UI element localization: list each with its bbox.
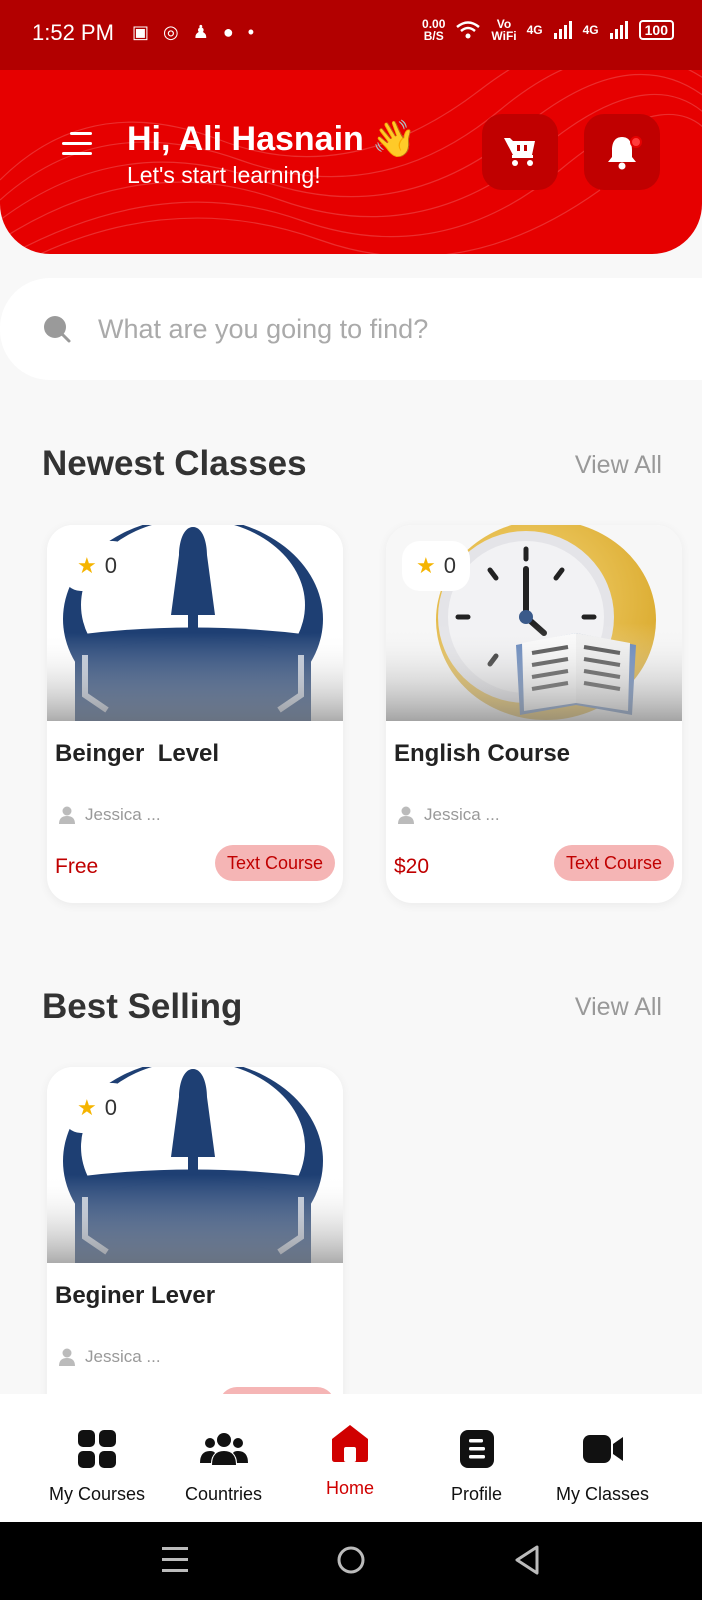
greeting-block: Hi, Ali Hasnain 👋 Let's start learning!	[127, 118, 417, 189]
star-icon: ★	[77, 1095, 97, 1120]
home-icon	[332, 1425, 368, 1462]
video-icon	[582, 1435, 623, 1463]
author-name: Jessica ...	[424, 805, 500, 824]
nav-label: Countries	[185, 1484, 263, 1504]
sim1-label: 4G	[526, 23, 543, 37]
status-right: 0.00 B/S Vo WiFi 4G 4G 100	[422, 18, 674, 42]
greeting-text: Hi, Ali Hasnain	[127, 119, 364, 158]
chat-icon: ●	[222, 22, 234, 42]
nav-label: My Courses	[49, 1484, 146, 1504]
person-icon	[59, 806, 75, 824]
rating-value: 0	[104, 553, 117, 578]
nav-label: Profile	[451, 1484, 503, 1504]
rating-value: 0	[443, 553, 456, 578]
net-speed: 0.00 B/S	[422, 17, 446, 43]
person-icon	[59, 1348, 75, 1366]
course-card[interactable]: ★ 0 English Course Jessica ... $20 Text …	[386, 525, 682, 903]
search-bar[interactable]	[0, 278, 702, 380]
course-title: Beginer Lever	[55, 1282, 216, 1309]
star-icon: ★	[77, 553, 97, 578]
rating-badge: ★ 0	[63, 541, 131, 591]
rating-badge: ★ 0	[402, 541, 470, 591]
course-author: Jessica ...	[59, 805, 161, 825]
course-author: Jessica ...	[59, 1347, 161, 1367]
course-type-badge: Text Course	[553, 845, 674, 881]
snapchat-icon: ♟	[192, 22, 209, 42]
sim2-label: 4G	[582, 23, 599, 37]
star-icon: ★	[416, 553, 436, 578]
person-icon	[398, 806, 414, 824]
people-icon	[199, 1433, 248, 1465]
nav-label: Home	[326, 1478, 375, 1498]
best-selling-view-all-link[interactable]: View All	[575, 993, 662, 1022]
status-bar: 1:52 PM ▣ ◎ ♟ ● • 0.00 B/S Vo WiFi 4G 4G…	[0, 0, 702, 70]
course-price: Free	[55, 855, 99, 878]
header: Hi, Ali Hasnain 👋 Let's start learning!	[0, 70, 702, 254]
signal-icon	[553, 21, 572, 39]
notification-icons: ▣ ◎ ♟ ● •	[132, 22, 254, 43]
back-icon[interactable]	[513, 1544, 541, 1576]
more-dot-icon: •	[247, 22, 255, 42]
course-author: Jessica ...	[398, 805, 500, 825]
notification-dot	[630, 136, 642, 148]
signal-icon	[609, 21, 628, 39]
nav-my-courses[interactable]: My Courses	[49, 1426, 145, 1505]
best-selling-title: Best Selling	[42, 987, 243, 1026]
newest-view-all-link[interactable]: View All	[575, 451, 662, 480]
course-price: $20	[394, 855, 430, 878]
course-card[interactable]: ★ 0 Beinger Level Jessica ... Free Text …	[47, 525, 343, 903]
rating-value: 0	[104, 1095, 117, 1120]
wifi-icon	[456, 21, 481, 39]
cart-button[interactable]	[482, 114, 558, 190]
battery-icon: 100	[638, 20, 674, 40]
nav-my-classes[interactable]: My Classes	[556, 1426, 649, 1505]
course-title: Beinger Level	[55, 740, 220, 767]
cart-icon	[504, 138, 535, 166]
greeting-subtitle: Let's start learning!	[127, 162, 321, 188]
course-type-badge: Text Course	[214, 845, 335, 881]
instagram-icon: ◎	[163, 22, 179, 42]
search-icon	[44, 316, 71, 343]
nav-label: My Classes	[556, 1484, 650, 1504]
author-name: Jessica ...	[85, 805, 161, 824]
status-time: 1:52 PM	[32, 20, 114, 45]
vowifi-label: Vo WiFi	[491, 17, 517, 43]
nav-home[interactable]: Home	[326, 1420, 374, 1499]
app-notification-icon: ▣	[132, 22, 150, 42]
author-name: Jessica ...	[85, 1347, 161, 1366]
greeting-title: Hi, Ali Hasnain 👋	[127, 118, 417, 160]
grid-icon	[78, 1430, 117, 1468]
nav-countries[interactable]: Countries	[185, 1426, 262, 1505]
nav-profile[interactable]: Profile	[451, 1426, 502, 1505]
system-navigation-bar	[0, 1522, 702, 1600]
search-input[interactable]	[98, 313, 618, 345]
course-title: English Course	[394, 740, 571, 767]
home-circle-icon[interactable]	[335, 1544, 367, 1576]
menu-button[interactable]	[62, 132, 96, 166]
notifications-button[interactable]	[584, 114, 660, 190]
wave-hand-icon: 👋	[371, 118, 417, 159]
newest-classes-title: Newest Classes	[42, 444, 307, 483]
course-card[interactable]: ★ 0 Beginer Lever Jessica ...	[47, 1067, 343, 1407]
document-icon	[459, 1430, 494, 1468]
rating-badge: ★ 0	[63, 1083, 131, 1133]
bottom-navigation: My Courses Countries Home Profile My Cla…	[0, 1394, 702, 1522]
recent-apps-icon[interactable]	[161, 1544, 189, 1576]
